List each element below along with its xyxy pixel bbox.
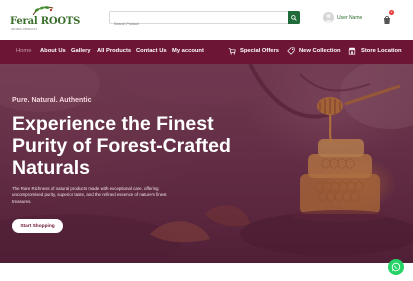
logo-tagline: NATURAL PRODUCTS	[11, 28, 38, 31]
start-shopping-button[interactable]: Start Shopping	[12, 219, 63, 233]
hero-tagline: Pure. Natural. Authentic	[12, 97, 92, 104]
avatar	[323, 12, 334, 23]
cart-count-badge: 0	[389, 10, 394, 15]
nav-gallery[interactable]: Gallery	[71, 48, 91, 54]
offer-icon	[228, 48, 236, 55]
cart-icon	[384, 15, 390, 24]
brand-logo[interactable]: Feral ROOTS NATURAL PRODUCTS	[10, 5, 80, 35]
search-input[interactable]	[110, 18, 285, 30]
hero-headline: Experience the Finest Purity of Forest-C…	[12, 113, 231, 179]
nav-all-products[interactable]: All Products	[97, 48, 131, 54]
nav-about[interactable]: About Us	[40, 48, 66, 54]
nav-new-collection[interactable]: New Collection	[299, 48, 341, 54]
whatsapp-button[interactable]	[388, 259, 404, 275]
cart-button[interactable]: 0	[382, 10, 394, 24]
hero-description: The Rare Richness of natural products ma…	[12, 186, 167, 204]
search-box	[109, 11, 300, 30]
tag-icon	[287, 47, 295, 55]
store-icon	[348, 47, 356, 55]
hero-banner: Pure. Natural. Authentic Experience the …	[0, 64, 413, 263]
main-nav: Home About Us Gallery All Products Conta…	[0, 40, 413, 64]
search-icon	[291, 14, 297, 21]
search-button[interactable]	[288, 11, 300, 24]
logo-text: Feral ROOTS	[10, 16, 81, 27]
nav-contact[interactable]: Contact Us	[136, 48, 167, 54]
user-account[interactable]: User Name	[323, 12, 362, 23]
nav-special-offers[interactable]: Special Offers	[240, 48, 279, 54]
whatsapp-icon	[391, 262, 401, 272]
site-header: Feral ROOTS NATURAL PRODUCTS User Name 0	[0, 0, 413, 40]
user-icon	[324, 14, 333, 23]
nav-my-account[interactable]: My account	[172, 48, 204, 54]
user-name: User Name	[337, 14, 363, 21]
nav-store-location[interactable]: Store Location	[361, 48, 402, 54]
nav-home[interactable]: Home	[16, 48, 31, 54]
